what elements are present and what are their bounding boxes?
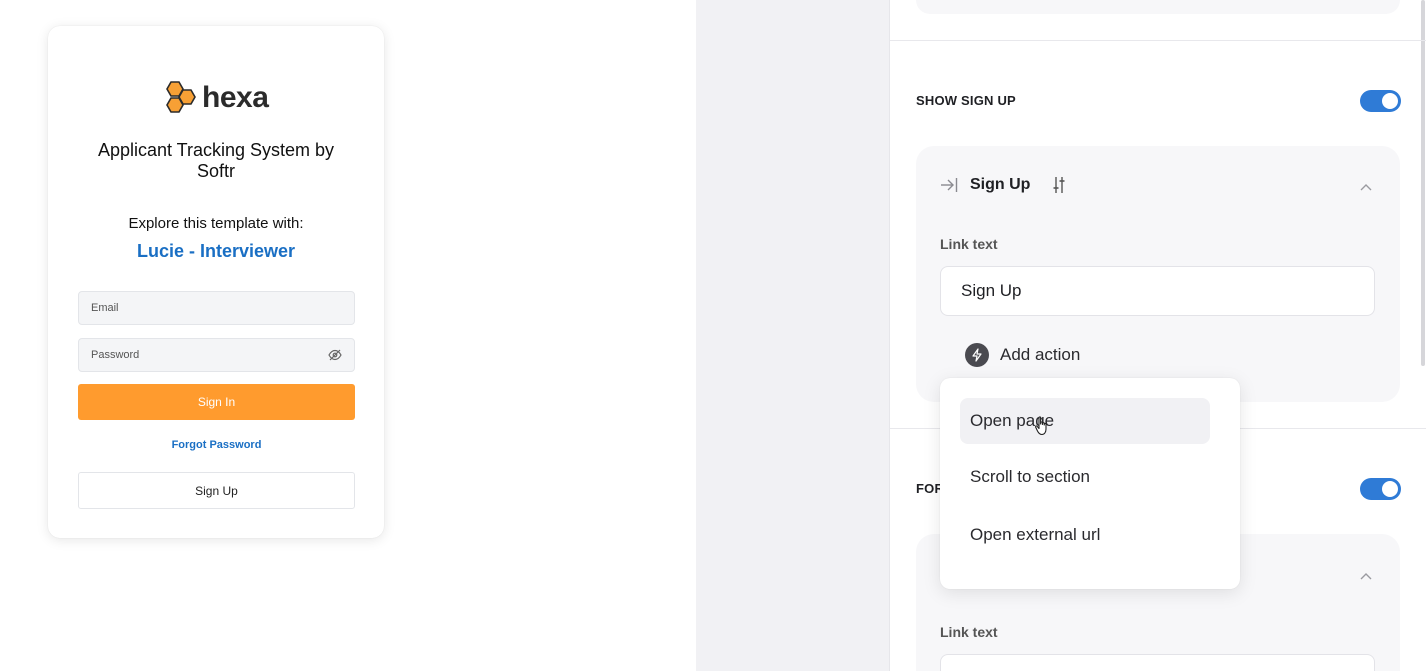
arrow-to-right-icon bbox=[941, 178, 958, 192]
menu-item-open-page[interactable]: Open page bbox=[960, 398, 1210, 444]
hexagon-logo-icon bbox=[166, 81, 196, 113]
forgot-password-link[interactable]: Forgot Password bbox=[78, 439, 355, 451]
link-text-label: Link text bbox=[940, 236, 998, 252]
panel-scrollbar[interactable] bbox=[1421, 0, 1425, 366]
sign-in-button[interactable]: Sign In bbox=[78, 384, 355, 420]
previous-settings-block bbox=[916, 0, 1400, 14]
chevron-up-icon[interactable] bbox=[1360, 572, 1372, 580]
password-placeholder: Password bbox=[91, 349, 140, 361]
password-field[interactable]: Password bbox=[78, 338, 355, 372]
explore-text: Explore this template with: bbox=[128, 215, 304, 232]
chevron-up-icon[interactable] bbox=[1360, 183, 1372, 191]
hexa-logo: hexa bbox=[162, 80, 269, 116]
hand-pointer-cursor-icon bbox=[1035, 416, 1047, 436]
canvas-gutter bbox=[696, 0, 889, 671]
link-text-input[interactable] bbox=[940, 654, 1375, 671]
action-dropdown-menu: Open page Scroll to section Open externa… bbox=[940, 378, 1240, 589]
section-divider bbox=[890, 40, 1426, 41]
link-text-label: Link text bbox=[940, 624, 998, 640]
toggle-knob bbox=[1382, 93, 1398, 109]
email-placeholder: Email bbox=[91, 302, 119, 314]
adjust-sliders-icon[interactable] bbox=[1052, 176, 1066, 194]
add-action-label: Add action bbox=[1000, 345, 1081, 364]
bolt-icon bbox=[965, 343, 989, 367]
app-title: Applicant Tracking System by Softr bbox=[97, 140, 335, 181]
show-signup-toggle[interactable] bbox=[1360, 90, 1401, 112]
email-field[interactable]: Email bbox=[78, 291, 355, 325]
menu-item-scroll-to-section[interactable]: Scroll to section bbox=[960, 454, 1210, 500]
page-preview: hexa Applicant Tracking System by Softr … bbox=[0, 0, 696, 671]
link-text-input[interactable]: Sign Up bbox=[940, 266, 1375, 316]
menu-item-open-external-url[interactable]: Open external url bbox=[960, 512, 1210, 558]
add-action-button[interactable]: Add action bbox=[965, 343, 1080, 367]
sign-up-button[interactable]: Sign Up bbox=[78, 472, 355, 509]
sign-in-card: hexa Applicant Tracking System by Softr … bbox=[48, 26, 384, 538]
show-signup-label: SHOW SIGN UP bbox=[916, 93, 1016, 108]
builder-screen: hexa Applicant Tracking System by Softr … bbox=[0, 0, 1426, 671]
signup-settings-box: Sign Up Link text Sign Up Add action bbox=[916, 146, 1400, 402]
persona-link[interactable]: Lucie - Interviewer bbox=[68, 241, 364, 262]
toggle-knob bbox=[1382, 481, 1398, 497]
signup-box-header[interactable]: Sign Up bbox=[940, 176, 1066, 194]
link-text-value: Sign Up bbox=[961, 281, 1022, 300]
logo-text: hexa bbox=[202, 81, 269, 114]
next-section-toggle[interactable] bbox=[1360, 478, 1401, 500]
eye-off-icon[interactable] bbox=[328, 349, 342, 361]
signup-box-title: Sign Up bbox=[970, 176, 1031, 193]
